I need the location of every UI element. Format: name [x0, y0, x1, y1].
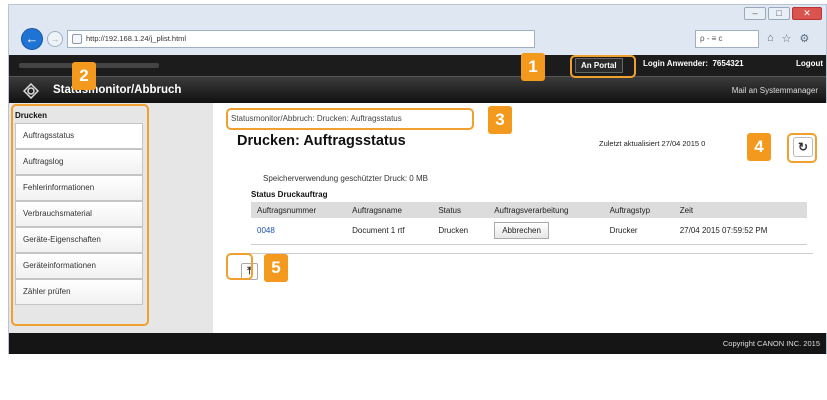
- callout-number-1: 1: [521, 53, 545, 81]
- memory-usage: Speicherverwendung geschützter Druck: 0 …: [263, 174, 428, 183]
- page-icon: [72, 34, 82, 44]
- footer: Copyright CANON INC. 2015: [9, 333, 826, 354]
- column-header: Auftragstyp: [603, 202, 674, 218]
- settings-icon[interactable]: ⚙: [800, 32, 810, 45]
- maximize-button[interactable]: □: [768, 7, 790, 20]
- table-header-row: Auftragsnummer Auftragsname Status Auftr…: [251, 202, 807, 218]
- job-number-link[interactable]: 0048: [251, 218, 347, 245]
- page-header: Statusmonitor/Abbruch Mail an Systemmana…: [9, 76, 826, 103]
- column-header: Zeit: [673, 202, 807, 218]
- search-box[interactable]: ρ - ≡ c: [695, 30, 759, 48]
- job-table: Auftragsnummer Auftragsname Status Auftr…: [251, 202, 807, 245]
- home-icon[interactable]: ⌂: [767, 32, 774, 45]
- window-controls: – □ ✕: [744, 7, 822, 20]
- login-label: Login Anwender:: [643, 59, 709, 68]
- cancel-button[interactable]: Abbrechen: [494, 222, 549, 240]
- address-bar[interactable]: http://192.168.1.24/j_plist.html: [67, 30, 535, 48]
- job-time: 27/04 2015 07:59:52 PM: [673, 218, 807, 245]
- mail-link[interactable]: Mail an Systemmanager: [732, 86, 818, 95]
- logout-link[interactable]: Logout: [796, 59, 823, 68]
- top-bar: An Portal Login Anwender: 7654321 Logout: [9, 55, 826, 76]
- address-text: http://192.168.1.24/j_plist.html: [86, 34, 187, 43]
- callout-number-3: 3: [488, 106, 512, 134]
- last-updated: Zuletzt aktualisiert 27/04 2015 0: [599, 139, 706, 148]
- section-title: Status Druckauftrag: [251, 190, 328, 199]
- job-type: Drucker: [603, 218, 674, 245]
- login-info: Login Anwender: 7654321: [643, 59, 744, 68]
- divider: [231, 253, 813, 254]
- close-button[interactable]: ✕: [792, 7, 822, 20]
- login-user: 7654321: [712, 59, 744, 68]
- callout-highlight-3: [226, 108, 474, 130]
- callout-highlight-4: [787, 133, 817, 163]
- callout-highlight-2: [11, 104, 149, 326]
- back-button[interactable]: ←: [21, 28, 43, 50]
- column-header: Status: [432, 202, 489, 218]
- minimize-button[interactable]: –: [744, 7, 766, 20]
- toolbar-icons: ⌂ ☆ ⚙: [767, 32, 809, 45]
- callout-highlight-5: [226, 253, 253, 280]
- column-header: Auftragsname: [346, 202, 433, 218]
- column-header: Auftragsnummer: [251, 202, 347, 218]
- title-bar: – □ ✕: [9, 5, 826, 25]
- job-name: Document 1 rtf: [346, 218, 433, 245]
- browser-toolbar: ← → http://192.168.1.24/j_plist.html ρ -…: [9, 25, 826, 53]
- main-content: Statusmonitor/Abbruch: Drucken: Auftrags…: [213, 103, 827, 333]
- column-header: Auftragsverarbeitung: [488, 202, 604, 218]
- job-status: Drucken: [432, 218, 489, 245]
- callout-number-2: 2: [72, 62, 96, 90]
- page-title: Drucken: Auftragsstatus: [237, 133, 406, 149]
- table-row: 0048 Document 1 rtf Drucken Abbrechen Dr…: [251, 218, 807, 245]
- callout-number-4: 4: [747, 133, 771, 161]
- callout-highlight-1: [570, 55, 636, 78]
- job-action-cell: Abbrechen: [488, 218, 604, 245]
- forward-button[interactable]: →: [47, 31, 63, 47]
- copyright: Copyright CANON INC. 2015: [722, 339, 820, 348]
- callout-number-5: 5: [264, 254, 288, 282]
- star-icon[interactable]: ☆: [782, 32, 792, 45]
- canon-logo-icon: [23, 83, 39, 99]
